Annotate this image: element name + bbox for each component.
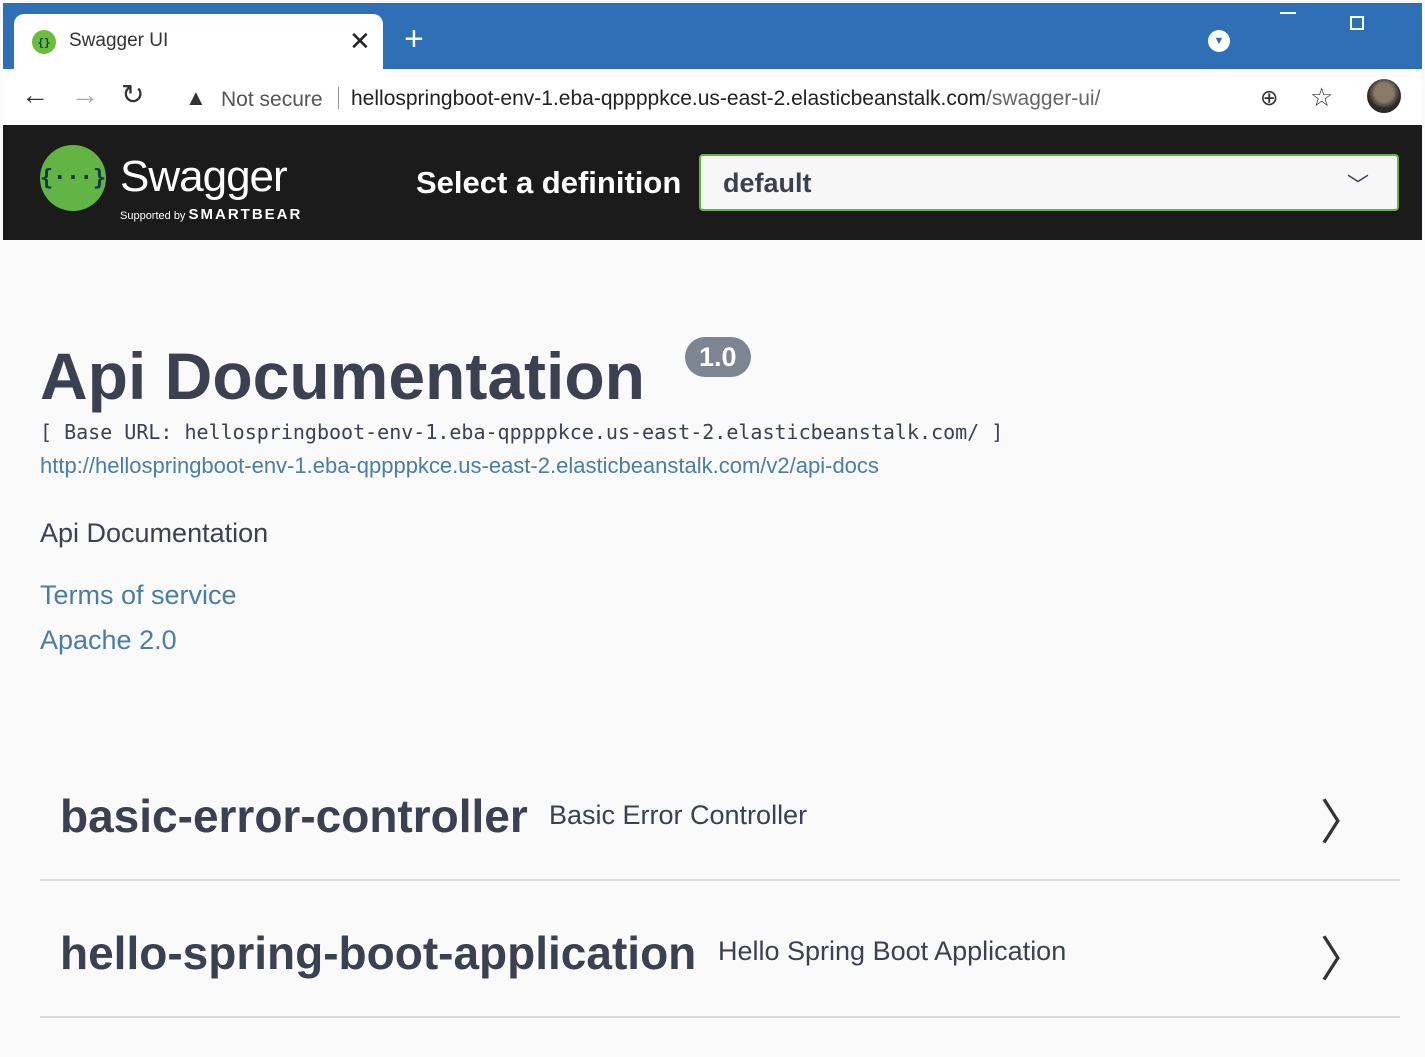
profile-avatar[interactable] [1367,79,1401,113]
swagger-logo-icon: {···} [40,145,106,211]
version-badge: 1.0 [685,337,751,377]
chevron-right-icon[interactable]: 〉 [1320,783,1368,853]
url-host: hellospringboot-env-1.eba-qppppkce.us-ea… [351,87,987,110]
tag-description: Hello Spring Boot Application [718,936,1067,966]
tag-section-basic-error-controller[interactable]: basic-error-controller Basic Error Contr… [40,745,1400,881]
maximize-icon[interactable] [1350,16,1364,30]
definition-value: default [723,168,812,198]
tag-name: hello-spring-boot-application [60,927,697,979]
not-secure-label[interactable]: Not secure [221,88,323,112]
url-text[interactable]: hellospringboot-env-1.eba-qppppkce.us-ea… [351,87,1100,111]
new-tab-icon[interactable]: + [404,22,424,56]
close-tab-icon[interactable]: ✕ [349,26,371,57]
url-path: /swagger-ui/ [986,87,1101,110]
chevron-right-icon[interactable]: 〉 [1320,920,1368,990]
api-description: Api Documentation [40,518,269,548]
forward-arrow-icon[interactable]: → [71,81,99,109]
license-link[interactable]: Apache 2.0 [40,625,177,656]
swagger-favicon-icon: {} [32,30,56,54]
browser-tab[interactable]: {} Swagger UI ✕ [14,14,383,70]
warning-icon: ▲ [185,85,207,110]
back-arrow-icon[interactable]: ← [21,81,49,109]
zoom-icon[interactable]: ⊕ [1260,85,1278,111]
swagger-logo-text: Swagger [120,152,288,201]
base-url: [ Base URL: hellospringboot-env-1.eba-qp… [40,420,1004,444]
divider [338,87,339,109]
swagger-topbar: {···} Swagger Supported by SMARTBEAR Sel… [3,125,1422,240]
address-bar[interactable]: ▲ Not secure hellospringboot-env-1.eba-q… [173,75,1353,119]
tab-title: Swagger UI [69,30,169,51]
select-definition-label: Select a definition [416,165,682,200]
chevron-down-icon[interactable]: ▼ [1208,30,1230,52]
smartbear-label: SMARTBEAR [188,206,303,223]
tag-section-hello-spring-boot-application[interactable]: hello-spring-boot-application Hello Spri… [40,882,1400,1018]
tag-name: basic-error-controller [60,790,528,842]
smartbear-tagline: Supported by SMARTBEAR [120,206,302,223]
tag-description: Basic Error Controller [549,800,808,830]
minimize-icon[interactable] [1280,12,1296,14]
definition-select[interactable]: default ﹀ [699,154,1399,211]
chevron-down-icon: ﹀ [1346,173,1369,198]
terms-of-service-link[interactable]: Terms of service [40,580,237,611]
browser-toolbar: ← → ↻ ▲ Not secure hellospringboot-env-1… [3,69,1422,125]
page-title: Api Documentation [40,339,645,413]
api-docs-link[interactable]: http://hellospringboot-env-1.eba-qppppkc… [40,453,879,479]
supported-by-label: Supported by [120,210,186,222]
reload-icon[interactable]: ↻ [121,81,144,109]
bookmark-star-icon[interactable]: ☆ [1310,82,1333,113]
